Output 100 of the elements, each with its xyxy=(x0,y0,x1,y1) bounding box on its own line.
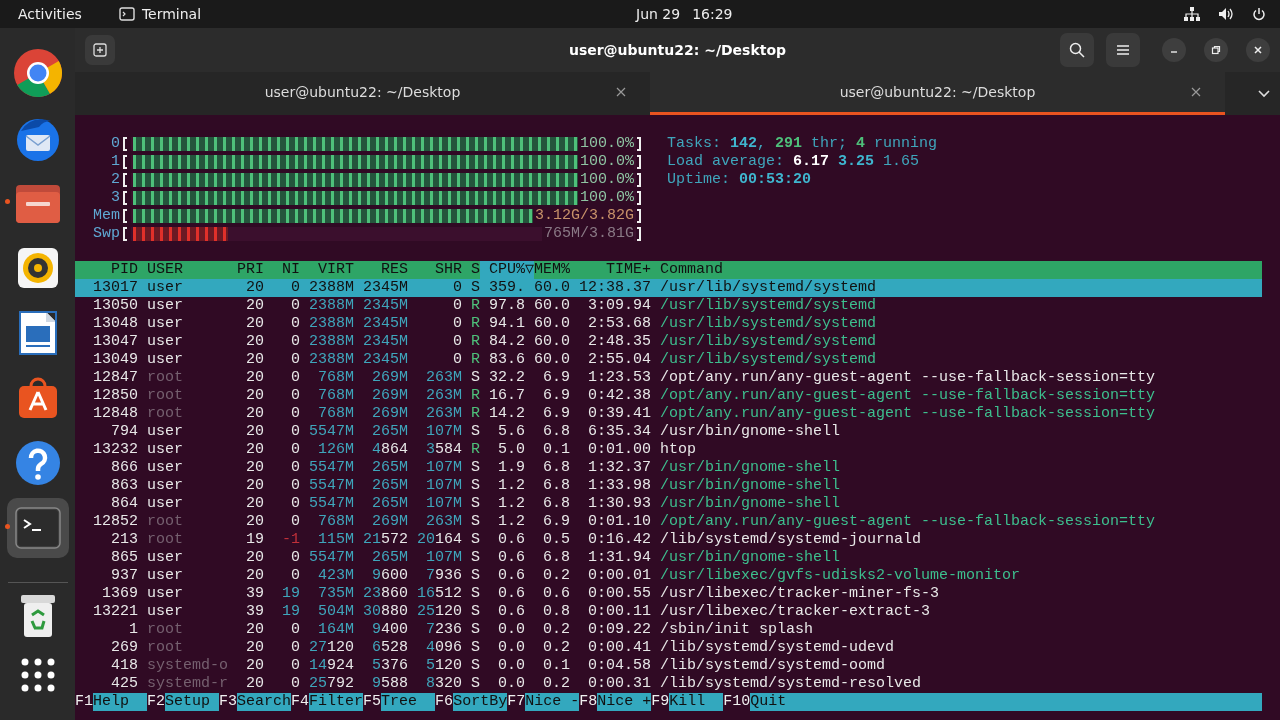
process-row[interactable]: 866 user 20 0 5547M 265M 107M S 1.9 6.8 1:32.37 /usr/bin/gnome-shell xyxy=(75,459,1262,477)
column-header[interactable]: TIME+ xyxy=(570,261,651,279)
network-icon[interactable] xyxy=(1184,7,1200,21)
process-row[interactable]: 12848 root 20 0 768M 269M 263M R 14.2 6.9 0:39.41 /opt/any.run/any-guest-agent --use-fallback-session=tty xyxy=(75,405,1262,423)
meter-label: 1 xyxy=(110,153,120,171)
pid-cell-text: 13047 xyxy=(92,333,138,351)
column-header[interactable]: SHR xyxy=(408,261,462,279)
close-tab-icon[interactable] xyxy=(1191,87,1201,97)
process-row[interactable]: 418 systemd-o 20 0 14924 5376 5120 S 0.0 0.1 0:04.58 /lib/systemd/systemd-oomd xyxy=(75,657,1262,675)
mem-cell-text: 6.8 xyxy=(542,495,570,513)
column-header[interactable]: S xyxy=(462,261,480,279)
column-header[interactable]: NI xyxy=(264,261,300,279)
nice-cell-text: 0 xyxy=(290,567,300,585)
column-header[interactable]: RES xyxy=(354,261,408,279)
process-row[interactable]: 12852 root 20 0 768M 269M 263M S 1.2 6.9 0:01.10 /opt/any.run/any-guest-agent --use-fallback-session=tty xyxy=(75,513,1262,531)
chevron-down-icon[interactable] xyxy=(1258,89,1270,98)
process-row[interactable]: 269 root 20 0 27120 6528 4096 S 0.0 0.2 0:00.41 /lib/systemd/systemd-udevd xyxy=(75,639,1262,657)
mem-cell-text: 6.8 xyxy=(542,549,570,567)
process-row[interactable]: 13050 user 20 0 2388M 2345M 0 R 97.8 60.0 3:09.94 /usr/lib/systemd/systemd xyxy=(75,297,1262,315)
function-key-button[interactable]: Tree xyxy=(381,693,436,711)
shr-cell-text: 7936 xyxy=(424,567,462,585)
mem-cell-text: 0.1 xyxy=(542,657,570,675)
function-key-button[interactable]: SortBy xyxy=(453,693,508,711)
minimize-button[interactable] xyxy=(1162,38,1186,62)
res-cell-text: 21572 xyxy=(361,531,408,549)
function-key-button[interactable]: Quit xyxy=(750,693,1262,711)
time-cell-text: 0:00.31 xyxy=(587,675,651,693)
state-cell-text: S xyxy=(470,423,480,441)
user-cell-text: user xyxy=(146,567,184,585)
virt-cell-text: 768M xyxy=(317,513,354,531)
res-cell-text: 269M xyxy=(371,387,408,405)
state-cell-text: S xyxy=(470,531,480,549)
date-label[interactable]: Jun 29 xyxy=(636,6,681,22)
time-cell-text: 0:00.11 xyxy=(587,603,651,621)
command-cell-text: /usr/libexec/tracker-extract-3 xyxy=(659,603,932,621)
nice-cell-text: 0 xyxy=(290,621,300,639)
nice-cell-text: 0 xyxy=(290,369,300,387)
process-row[interactable]: 865 user 20 0 5547M 265M 107M S 0.6 6.8 1:31.94 /usr/bin/gnome-shell xyxy=(75,549,1262,567)
new-tab-button[interactable] xyxy=(85,35,115,65)
process-row[interactable]: 13047 user 20 0 2388M 2345M 0 R 84.2 60.0 2:48.35 /usr/lib/systemd/systemd xyxy=(75,333,1262,351)
res-cell-text: 265M xyxy=(371,495,408,513)
command-cell-text: /opt/any.run/any-guest-agent --use-fallback-session=tty xyxy=(659,513,1157,531)
process-row[interactable]: 864 user 20 0 5547M 265M 107M S 1.2 6.8 1:30.93 /usr/bin/gnome-shell xyxy=(75,495,1262,513)
function-key-button[interactable]: Help xyxy=(93,693,147,711)
virt-cell-text: 115M xyxy=(317,531,354,549)
shr-cell-text: 107M xyxy=(425,423,462,441)
priority-cell-text: 39 xyxy=(245,585,264,603)
search-button[interactable] xyxy=(1060,33,1094,67)
time-cell-text: 0:09.22 xyxy=(587,621,651,639)
menu-button[interactable] xyxy=(1106,33,1140,67)
cpu-cell-text: 84.2 xyxy=(488,333,525,351)
process-row[interactable]: 794 user 20 0 5547M 265M 107M S 5.6 6.8 6:35.34 /usr/bin/gnome-shell xyxy=(75,423,1262,441)
nice-cell-text: 0 xyxy=(290,387,300,405)
process-row[interactable]: 863 user 20 0 5547M 265M 107M S 1.2 6.8 1:33.98 /usr/bin/gnome-shell xyxy=(75,477,1262,495)
process-row[interactable]: 13017 user 20 0 2388M 2345M 0 S 359. 60.0 12:38.37 /usr/lib/systemd/systemd xyxy=(75,279,1262,297)
column-header[interactable]: Command xyxy=(651,261,1262,279)
app-menu[interactable]: Terminal xyxy=(141,6,202,22)
function-key-button[interactable]: Search xyxy=(237,693,292,711)
mem-cell-text: 6.8 xyxy=(542,477,570,495)
power-icon[interactable] xyxy=(1252,7,1266,21)
column-header[interactable]: VIRT xyxy=(300,261,354,279)
process-row[interactable]: 13232 user 20 0 126M 4864 3584 R 5.0 0.1 0:01.00 htop xyxy=(75,441,1262,459)
process-row[interactable]: 13221 user 39 19 504M 30880 25120 S 0.6 0.8 0:00.11 /usr/libexec/tracker-extract-3 xyxy=(75,603,1262,621)
process-row[interactable]: 213 root 19 -1 115M 21572 20164 S 0.6 0.5 0:16.42 /lib/systemd/systemd-journald xyxy=(75,531,1262,549)
activities-button[interactable]: Activities xyxy=(18,6,82,22)
cpu-cell-text: 0.6 xyxy=(497,531,525,549)
restore-button[interactable] xyxy=(1204,38,1228,62)
shr-cell-text: 0 xyxy=(452,351,462,369)
function-key-button[interactable]: Setup xyxy=(165,693,220,711)
terminal-tab[interactable]: user@ubuntu22: ~/Desktop xyxy=(650,72,1225,115)
function-key-button[interactable]: Kill xyxy=(669,693,724,711)
terminal-tab[interactable]: user@ubuntu22: ~/Desktop xyxy=(75,72,650,115)
column-header[interactable]: PRI xyxy=(228,261,264,279)
user-cell-text: systemd-r xyxy=(146,675,228,693)
function-key-button[interactable]: Nice - xyxy=(525,693,580,711)
process-row[interactable]: 13048 user 20 0 2388M 2345M 0 R 94.1 60.0 2:53.68 /usr/lib/systemd/systemd xyxy=(75,315,1262,333)
process-row[interactable]: 12847 root 20 0 768M 269M 263M S 32.2 6.9 1:23.53 /opt/any.run/any-guest-agent --use-fallback-session=tty xyxy=(75,369,1262,387)
clock-label[interactable]: 16:29 xyxy=(692,6,733,22)
process-row[interactable]: 425 systemd-r 20 0 25792 9588 8320 S 0.0 0.2 0:00.31 /lib/systemd/systemd-resolved xyxy=(75,675,1262,693)
res-cell-text: 9400 xyxy=(370,621,408,639)
command-cell-text: /usr/lib/systemd/systemd xyxy=(659,315,878,333)
nice-cell-text: 19 xyxy=(281,585,300,603)
column-header[interactable]: USER xyxy=(138,261,228,279)
function-key-button[interactable]: Filter xyxy=(309,693,364,711)
column-header[interactable]: CPU%▽ xyxy=(480,261,534,279)
volume-icon[interactable] xyxy=(1218,7,1234,21)
process-row[interactable]: 1369 user 39 19 735M 23860 16512 S 0.6 0.6 0:00.55 /usr/libexec/tracker-miner-fs-3 xyxy=(75,585,1262,603)
process-row[interactable]: 937 user 20 0 423M 9600 7936 S 0.6 0.2 0:00.01 /usr/libexec/gvfs-udisks2-volume-monitor xyxy=(75,567,1262,585)
column-header[interactable]: MEM% xyxy=(534,261,570,279)
virt-cell-text: 2388M xyxy=(308,279,354,297)
time-cell-text: 12:38.37 xyxy=(578,279,651,297)
process-row[interactable]: 13049 user 20 0 2388M 2345M 0 R 83.6 60.0 2:55.04 /usr/lib/systemd/systemd xyxy=(75,351,1262,369)
search-icon xyxy=(1069,42,1085,58)
function-key-button[interactable]: Nice + xyxy=(597,693,652,711)
close-tab-icon[interactable] xyxy=(616,87,626,97)
close-button[interactable] xyxy=(1246,38,1270,62)
process-row[interactable]: 12850 root 20 0 768M 269M 263M R 16.7 6.9 0:42.38 /opt/any.run/any-guest-agent --use-fallback-session=tty xyxy=(75,387,1262,405)
process-row[interactable]: 1 root 20 0 164M 9400 7236 S 0.0 0.2 0:09.22 /sbin/init splash xyxy=(75,621,1262,639)
res-cell-text: 6528 xyxy=(370,639,408,657)
column-header[interactable]: PID xyxy=(75,261,138,279)
